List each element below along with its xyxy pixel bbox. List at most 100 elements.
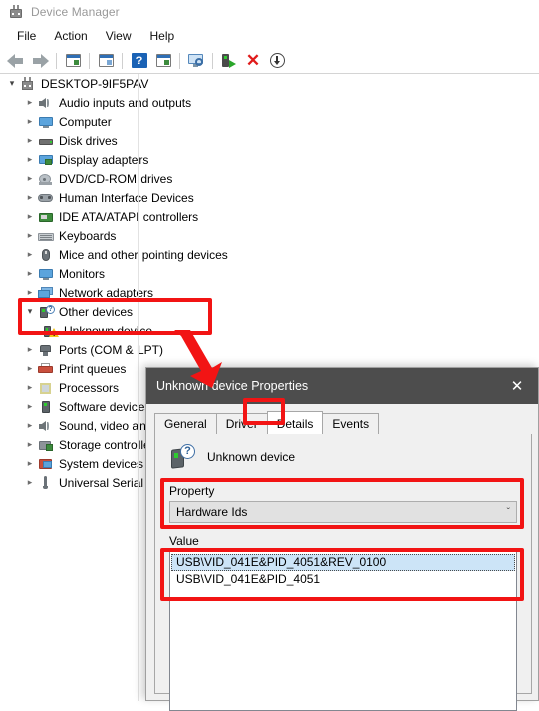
console-tree-icon <box>65 54 81 67</box>
chevron-down-icon[interactable]: ˇ <box>507 507 510 518</box>
chevron-right-icon[interactable]: ▸ <box>22 190 38 206</box>
other-devices-icon: ? <box>38 304 55 320</box>
tree-item-label: Print queues <box>59 361 127 376</box>
chevron-right-icon[interactable]: ▸ <box>22 209 38 225</box>
window-title: Device Manager <box>31 5 120 19</box>
chevron-right-icon[interactable]: ▸ <box>22 114 38 130</box>
tree-item-computer[interactable]: ▸ Computer <box>0 112 539 131</box>
monitor-magnifier-icon <box>188 54 204 67</box>
chevron-right-icon[interactable]: ▸ <box>22 418 38 434</box>
tree-item-label: Audio inputs and outputs <box>59 95 192 110</box>
chevron-right-icon[interactable]: ▸ <box>22 247 38 263</box>
chevron-right-icon[interactable]: ▸ <box>22 399 38 415</box>
tree-panel-splitter[interactable] <box>138 74 139 701</box>
software-device-icon <box>38 399 55 415</box>
chevron-right-icon[interactable]: ▸ <box>22 361 38 377</box>
close-icon[interactable]: ✕ <box>496 368 538 404</box>
tab-details[interactable]: Details <box>266 411 324 434</box>
device-header: ? Unknown device <box>169 444 531 470</box>
toolbar-separator <box>56 52 57 69</box>
tab-events[interactable]: Events <box>322 413 380 434</box>
value-listbox[interactable]: USB\VID_041E&PID_4051&REV_0100 USB\VID_0… <box>169 551 517 711</box>
menu-view[interactable]: View <box>97 26 141 46</box>
chevron-right-icon[interactable]: ▸ <box>22 228 38 244</box>
help-button[interactable]: ? <box>127 50 151 72</box>
tree-root-desktop[interactable]: ▾ DESKTOP-9IF5PAV <box>0 74 539 93</box>
chevron-right-icon[interactable]: ▸ <box>22 285 38 301</box>
uninstall-device-button[interactable]: ✕ <box>241 50 265 72</box>
tree-item-display-adapters[interactable]: ▸ Display adapters <box>0 150 539 169</box>
show-hide-console-tree-button[interactable] <box>61 50 85 72</box>
tree-item-monitors[interactable]: ▸ Monitors <box>0 264 539 283</box>
port-icon <box>38 342 55 358</box>
tree-item-unknown-device[interactable]: ! Unknown device <box>0 321 539 340</box>
property-selected-value: Hardware Ids <box>176 505 248 519</box>
chevron-right-icon[interactable]: ▸ <box>22 437 38 453</box>
property-dropdown[interactable]: Hardware Ids ˇ <box>169 501 517 523</box>
forward-arrow-icon <box>31 53 49 68</box>
tree-item-dvd-cdrom[interactable]: ▸ DVD/CD-ROM drives <box>0 169 539 188</box>
tree-item-keyboards[interactable]: ▸ Keyboards <box>0 226 539 245</box>
optical-drive-icon <box>38 171 55 187</box>
action-pane-icon <box>155 54 171 67</box>
printer-icon <box>38 361 55 377</box>
show-hide-action-pane-button[interactable] <box>151 50 175 72</box>
cpu-icon <box>38 380 55 396</box>
chevron-right-icon[interactable]: ▸ <box>22 380 38 396</box>
harddisk-icon <box>38 133 55 149</box>
monitor-icon <box>38 266 55 282</box>
update-driver-button[interactable] <box>217 50 241 72</box>
chevron-down-icon[interactable]: ▾ <box>22 304 38 320</box>
computer-icon <box>20 76 37 92</box>
tree-item-network-adapters[interactable]: ▸ Network adapters <box>0 283 539 302</box>
chevron-down-icon[interactable]: ▾ <box>4 76 20 92</box>
system-device-icon <box>38 456 55 472</box>
usb-icon <box>38 475 55 491</box>
tree-item-disk-drives[interactable]: ▸ Disk drives <box>0 131 539 150</box>
value-label: Value <box>169 534 199 548</box>
chevron-right-icon[interactable]: ▸ <box>22 475 38 491</box>
menu-action[interactable]: Action <box>45 26 96 46</box>
forward-button[interactable] <box>28 50 52 72</box>
list-item[interactable]: USB\VID_041E&PID_4051&REV_0100 <box>171 554 515 571</box>
list-item[interactable]: USB\VID_041E&PID_4051 <box>171 571 515 588</box>
tree-item-label: System devices <box>59 456 144 471</box>
menu-help[interactable]: Help <box>141 26 184 46</box>
chevron-right-icon[interactable]: ▸ <box>22 95 38 111</box>
tree-item-mice[interactable]: ▸ Mice and other pointing devices <box>0 245 539 264</box>
unknown-device-warning-icon: ! <box>43 323 60 339</box>
properties-button[interactable] <box>94 50 118 72</box>
toolbar-separator <box>212 52 213 69</box>
back-arrow-icon <box>7 53 25 68</box>
dialog-titlebar[interactable]: Unknown device Properties ✕ <box>146 368 538 404</box>
display-adapter-icon <box>38 152 55 168</box>
chevron-right-icon[interactable]: ▸ <box>22 133 38 149</box>
back-button[interactable] <box>4 50 28 72</box>
tree-item-other-devices[interactable]: ▾ ? Other devices <box>0 302 539 321</box>
tree-item-label: Monitors <box>59 266 106 281</box>
scan-for-hardware-changes-button[interactable] <box>184 50 208 72</box>
tree-root-label: DESKTOP-9IF5PAV <box>41 76 149 91</box>
tree-item-ide-controllers[interactable]: ▸ IDE ATA/ATAPI controllers <box>0 207 539 226</box>
tree-item-audio[interactable]: ▸ Audio inputs and outputs <box>0 93 539 112</box>
disable-device-button[interactable] <box>265 50 289 72</box>
tree-item-label: Mice and other pointing devices <box>59 247 228 262</box>
tree-item-label: DVD/CD-ROM drives <box>59 171 173 186</box>
chevron-right-icon[interactable]: ▸ <box>22 171 38 187</box>
tab-driver[interactable]: Driver <box>215 413 268 434</box>
unknown-device-question-icon: ? <box>169 444 195 470</box>
chevron-right-icon[interactable]: ▸ <box>22 456 38 472</box>
menu-file[interactable]: File <box>8 26 45 46</box>
tree-item-label: Disk drives <box>59 133 118 148</box>
tree-item-hid[interactable]: ▸ Human Interface Devices <box>0 188 539 207</box>
details-tab-pane: ? Unknown device Property Hardware Ids ˇ… <box>154 434 532 711</box>
chevron-right-icon[interactable]: ▸ <box>22 266 38 282</box>
tree-item-label: Human Interface Devices <box>59 190 194 205</box>
down-arrow-circle-icon <box>269 53 285 68</box>
tab-general[interactable]: General <box>154 413 217 434</box>
chevron-right-icon[interactable]: ▸ <box>22 342 38 358</box>
property-label: Property <box>169 484 215 498</box>
tree-item-ports[interactable]: ▸ Ports (COM & LPT) <box>0 340 539 359</box>
red-x-icon: ✕ <box>245 51 261 70</box>
chevron-right-icon[interactable]: ▸ <box>22 152 38 168</box>
